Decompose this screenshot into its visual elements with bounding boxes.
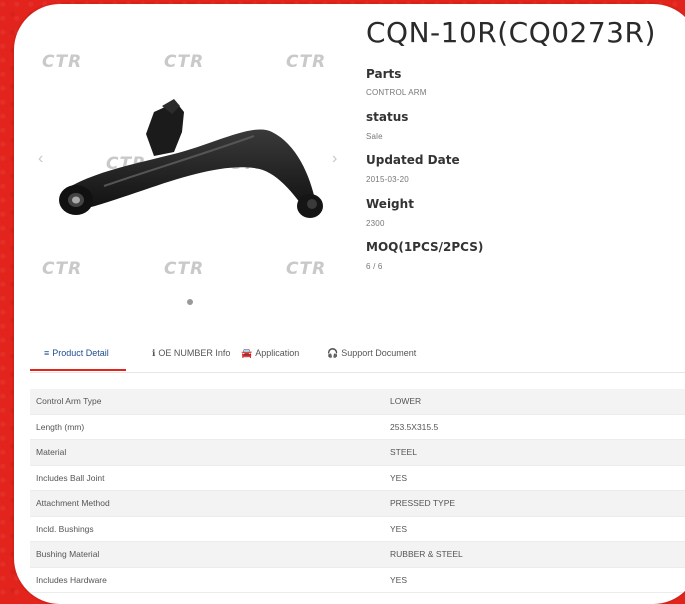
table-cell-name: Incld. Bushings bbox=[30, 516, 382, 542]
car-icon: 🚘 bbox=[241, 348, 253, 358]
table-row: Control Arm Type LOWER bbox=[30, 389, 685, 415]
table-row: Attachment Method PRESSED TYPE bbox=[30, 490, 685, 517]
table-cell-value: PRESSED TYPE bbox=[382, 490, 685, 517]
product-title: CQN-10R(CQ0273R) bbox=[366, 16, 656, 49]
spec-value-weight: 2300 bbox=[366, 219, 385, 228]
spec-value-updated-date: 2015-03-20 bbox=[366, 175, 409, 184]
spec-label-weight: Weight bbox=[366, 197, 414, 211]
table-cell-name: Material bbox=[30, 439, 382, 466]
tab-label: Support Document bbox=[341, 348, 417, 358]
tab-label: Application bbox=[255, 348, 300, 358]
tab-support-document[interactable]: 🎧 Support Document bbox=[327, 348, 416, 359]
table-row: Includes Ball Joint YES bbox=[30, 465, 685, 491]
table-cell-name: Length (mm) bbox=[30, 414, 382, 440]
control-arm-image bbox=[59, 99, 323, 218]
table-cell-name: Includes Ball Joint bbox=[30, 465, 382, 491]
spec-label-parts: Parts bbox=[366, 67, 402, 81]
table-row: Material STEEL bbox=[30, 439, 685, 466]
product-gallery[interactable]: CTR CTR CTR CTR CTR CTR CTR CTR ‹ › bbox=[14, 4, 359, 324]
table-cell-value: RUBBER & STEEL bbox=[382, 541, 685, 568]
info-icon: ℹ bbox=[152, 348, 156, 358]
table-cell-value: YES bbox=[382, 465, 685, 491]
tab-product-detail[interactable]: ≡ Product Detail bbox=[44, 348, 109, 358]
spec-value-moq: 6 / 6 bbox=[366, 262, 383, 271]
spec-value-status: Sale bbox=[366, 132, 383, 141]
table-cell-value: 253.5X315.5 bbox=[382, 414, 685, 440]
spec-label-moq: MOQ(1PCS/2PCS) bbox=[366, 240, 484, 254]
tab-label: OE NUMBER Info bbox=[158, 348, 231, 358]
spec-value-parts: CONTROL ARM bbox=[366, 88, 427, 97]
table-cell-value: STEEL bbox=[382, 439, 685, 466]
table-cell-value: LOWER bbox=[382, 389, 685, 415]
tab-application[interactable]: 🚘 Application bbox=[241, 348, 299, 359]
table-row: Includes Hardware YES bbox=[30, 567, 685, 593]
table-cell-name: Attachment Method bbox=[30, 490, 382, 517]
detail-tabs: ≡ Product Detail ℹ OE NUMBER Info 🚘 Applica… bbox=[30, 342, 685, 373]
table-row: Bushing Material RUBBER & STEEL bbox=[30, 541, 685, 568]
table-row: Incld. Bushings YES bbox=[30, 516, 685, 542]
product-card: CTR CTR CTR CTR CTR CTR CTR CTR ‹ › bbox=[14, 4, 685, 604]
headphones-icon: 🎧 bbox=[327, 348, 339, 358]
active-tab-indicator bbox=[30, 369, 126, 371]
list-icon: ≡ bbox=[44, 348, 50, 358]
tab-oe-number-info[interactable]: ℹ OE NUMBER Info bbox=[152, 348, 230, 359]
table-cell-name: Includes Hardware bbox=[30, 567, 382, 593]
table-cell-value: YES bbox=[382, 516, 685, 542]
product-detail-table: Control Arm Type LOWER Length (mm) 253.5… bbox=[30, 389, 685, 593]
table-row: Length (mm) 253.5X315.5 bbox=[30, 414, 685, 440]
gallery-indicator-dot[interactable] bbox=[187, 299, 193, 305]
spec-label-updated-date: Updated Date bbox=[366, 153, 460, 167]
table-cell-name: Bushing Material bbox=[30, 541, 382, 568]
table-cell-value: YES bbox=[382, 567, 685, 593]
table-cell-name: Control Arm Type bbox=[30, 389, 382, 415]
tab-label: Product Detail bbox=[52, 348, 109, 358]
spec-label-status: status bbox=[366, 110, 409, 124]
